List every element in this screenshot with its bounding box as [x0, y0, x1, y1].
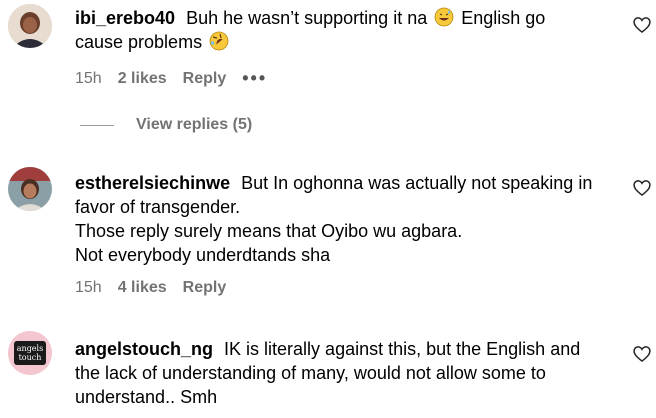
avatar[interactable] — [8, 4, 52, 48]
comment-meta: 15h 2 likes Reply ••• — [75, 68, 283, 89]
comment-username[interactable]: angelstouch_ng — [75, 339, 213, 359]
comment-username[interactable]: ibi_erebo40 — [75, 8, 175, 28]
divider — [80, 124, 114, 126]
reply-button[interactable]: Reply — [183, 70, 227, 88]
comment-text-line2: cause problems — [75, 32, 203, 52]
avatar[interactable] — [8, 167, 52, 211]
comment-text-line3: understand.. Smh — [75, 387, 218, 407]
comment-text-line4: Not everybody underdtands sha — [75, 245, 331, 265]
comment-time: 15h — [75, 279, 102, 296]
comment-meta: 15h 4 likes Reply — [75, 279, 242, 297]
angels-touch-logo: angels touch — [8, 331, 52, 375]
avatar-image — [8, 167, 52, 211]
comment-text-line2: favor of transgender. — [75, 197, 241, 217]
comment-text-line1: But In oghonna was actually not speaking… — [241, 173, 593, 193]
comment-username[interactable]: estherelsiechinwe — [75, 173, 230, 193]
comment-text-continued: English go — [461, 8, 546, 28]
likes-count[interactable]: 4 likes — [118, 279, 167, 297]
heart-outline-icon[interactable] — [632, 344, 652, 364]
comment-text-line2: the lack of understanding of many, would… — [75, 363, 546, 383]
view-replies-button[interactable]: View replies (5) — [80, 116, 252, 134]
view-replies-label: View replies (5) — [136, 116, 253, 133]
comment-body: ibi_erebo40 Buh he wasn’t supporting it … — [75, 6, 620, 54]
more-dots-icon[interactable]: ••• — [242, 68, 267, 89]
heart-outline-icon[interactable] — [632, 178, 652, 198]
svg-text:angels: angels — [17, 344, 43, 353]
comment-text-line3: Those reply surely means that Oyibo wu a… — [75, 221, 463, 241]
likes-count[interactable]: 2 likes — [118, 70, 167, 88]
comment-body: angelstouch_ng IK is literally against t… — [75, 337, 620, 409]
avatar[interactable]: angels touch — [8, 331, 52, 375]
comment-body: estherelsiechinwe But In oghonna was act… — [75, 171, 620, 267]
rolling-laughing-face-icon — [209, 31, 229, 51]
avatar-image — [8, 4, 52, 48]
comment-text: Buh he wasn’t supporting it na — [186, 8, 428, 28]
comment-time: 15h — [75, 69, 102, 87]
reply-button[interactable]: Reply — [183, 279, 227, 297]
svg-text:touch: touch — [19, 353, 42, 362]
heart-outline-icon[interactable] — [632, 15, 652, 35]
comment-text-line1: IK is literally against this, but the En… — [224, 339, 581, 359]
grinning-sweat-face-icon — [434, 7, 454, 27]
